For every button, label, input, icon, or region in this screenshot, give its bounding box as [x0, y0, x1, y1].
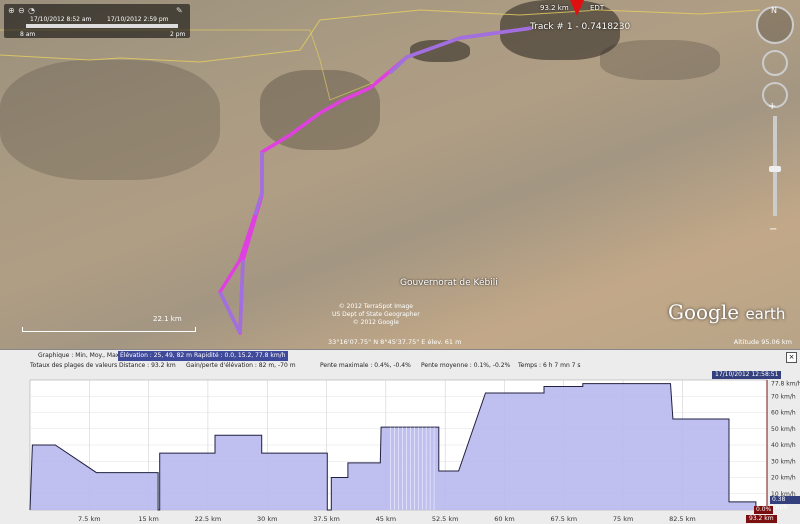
y-tick-label: 50 km/h [771, 426, 796, 433]
graph-label: Graphique : Min, Moy., Max [38, 352, 120, 359]
credit-line: © 2012 Google [352, 319, 399, 326]
north-label: N [771, 6, 777, 15]
y-tick-label: 77.8 km/h [771, 381, 800, 388]
close-button[interactable]: × [786, 352, 797, 363]
navigation-controls[interactable]: N + − [754, 6, 794, 235]
cursor-distance-tag: 93.2 km [746, 515, 777, 523]
eye-altitude: Altitude 95.06 km [733, 338, 792, 346]
time-left-tick: 8 am [20, 31, 36, 38]
wrench-icon[interactable]: ✎ [176, 6, 183, 15]
zoom-minus-icon[interactable]: − [769, 224, 777, 235]
status-bar: 33°16'07.75" N 8°45'37.75" E élev. 61 m … [0, 338, 800, 349]
time-right-tick: 2 pm [170, 31, 186, 38]
elevation-stat[interactable]: Élévation : 25, 49, 82 m [118, 351, 194, 361]
pointer-coordinates: 33°16'07.75" N 8°45'37.75" E élev. 61 m [328, 338, 462, 346]
marker-elevation: EDT [590, 4, 605, 12]
speed-profile-chart[interactable]: 7.5 km 15 km 22.5 km 30 km 37.5 km 45 km 52.5 … [0, 378, 800, 523]
x-tick-label: 15 km [138, 515, 158, 523]
x-tick-label: 75 km [613, 515, 633, 523]
scale-label: 22.1 km [153, 315, 182, 323]
cursor-slope-tag: 0.0% [754, 506, 774, 514]
region-label: Gouvernorat de Kébili [400, 278, 498, 288]
x-tick-label: 30 km [257, 515, 277, 523]
y-tick-label: 30 km/h [771, 458, 796, 465]
speed-stat[interactable]: Rapidité : 0.0, 15.2, 77.8 km/h [192, 351, 288, 361]
zoom-plus-icon[interactable]: + [768, 101, 776, 112]
imagery-credits: © 2012 TerraSpot Image US Dept of State … [332, 303, 420, 327]
avg-slope-stat: Pente moyenne : 0.1%, -0.2% [421, 362, 511, 369]
cursor-time-tag: 17/10/2012 12:58:51 [712, 371, 782, 379]
range-totals-label: Totaux des plages de valeurs [30, 362, 118, 369]
x-tick-label: 45 km [376, 515, 396, 523]
road-line [0, 29, 381, 101]
x-tick-label: 82.5 km [669, 515, 696, 523]
credit-line: US Dept of State Geographer [332, 311, 420, 318]
zoom-slider[interactable] [769, 116, 781, 216]
time-end-label: 17/10/2012 2:59 pm [107, 16, 169, 23]
logo-main: Google [668, 300, 740, 324]
zoom-out-icon[interactable]: ⊖ [18, 6, 25, 15]
x-tick-label: 60 km [494, 515, 514, 523]
compass-control[interactable]: N [756, 6, 794, 44]
credit-line: © 2012 TerraSpot Image [338, 303, 413, 310]
look-joystick[interactable] [762, 50, 788, 76]
time-range-bar[interactable] [26, 24, 178, 28]
position-marker-arrow [570, 0, 584, 16]
cursor-speed-tag: 0.38 km/h [770, 496, 800, 511]
y-tick-label: 20 km/h [771, 475, 796, 482]
zoom-slider-knob[interactable] [769, 166, 781, 172]
max-slope-stat: Pente maximale : 0.4%, -0.4% [320, 362, 411, 369]
distance-stat: Distance : 93.2 km [119, 362, 176, 369]
zoom-in-icon[interactable]: ⊕ [8, 6, 15, 15]
track-overlay [0, 9, 761, 335]
logo-sub: earth [745, 305, 786, 323]
time-slider[interactable]: ⊕ ⊖ ◔ ✎ 17/10/2012 8:52 am 17/10/2012 2:… [4, 4, 190, 38]
x-tick-label: 37.5 km [313, 515, 340, 523]
y-tick-label: 40 km/h [771, 442, 796, 449]
map-view[interactable]: ⊕ ⊖ ◔ ✎ 17/10/2012 8:52 am 17/10/2012 2:… [0, 0, 800, 349]
time-start-label: 17/10/2012 8:52 am [30, 16, 92, 23]
track-label: Track # 1 - 0.7418230 [530, 22, 631, 32]
clock-icon[interactable]: ◔ [28, 6, 35, 15]
x-tick-label: 22.5 km [195, 515, 222, 523]
gain-loss-stat: Gain/perte d'élévation : 82 m, -70 m [186, 362, 296, 369]
y-tick-label: 70 km/h [771, 393, 796, 400]
y-tick-label: 60 km/h [771, 410, 796, 417]
time-stat: Temps : 6 h 7 mn 7 s [518, 362, 581, 369]
x-tick-label: 52.5 km [432, 515, 459, 523]
scale-line [22, 327, 196, 332]
x-tick-label: 7.5 km [78, 515, 101, 523]
google-earth-logo: Google earth [668, 300, 785, 324]
x-tick-label: 67.5 km [550, 515, 577, 523]
marker-distance: 93.2 km [540, 4, 569, 12]
